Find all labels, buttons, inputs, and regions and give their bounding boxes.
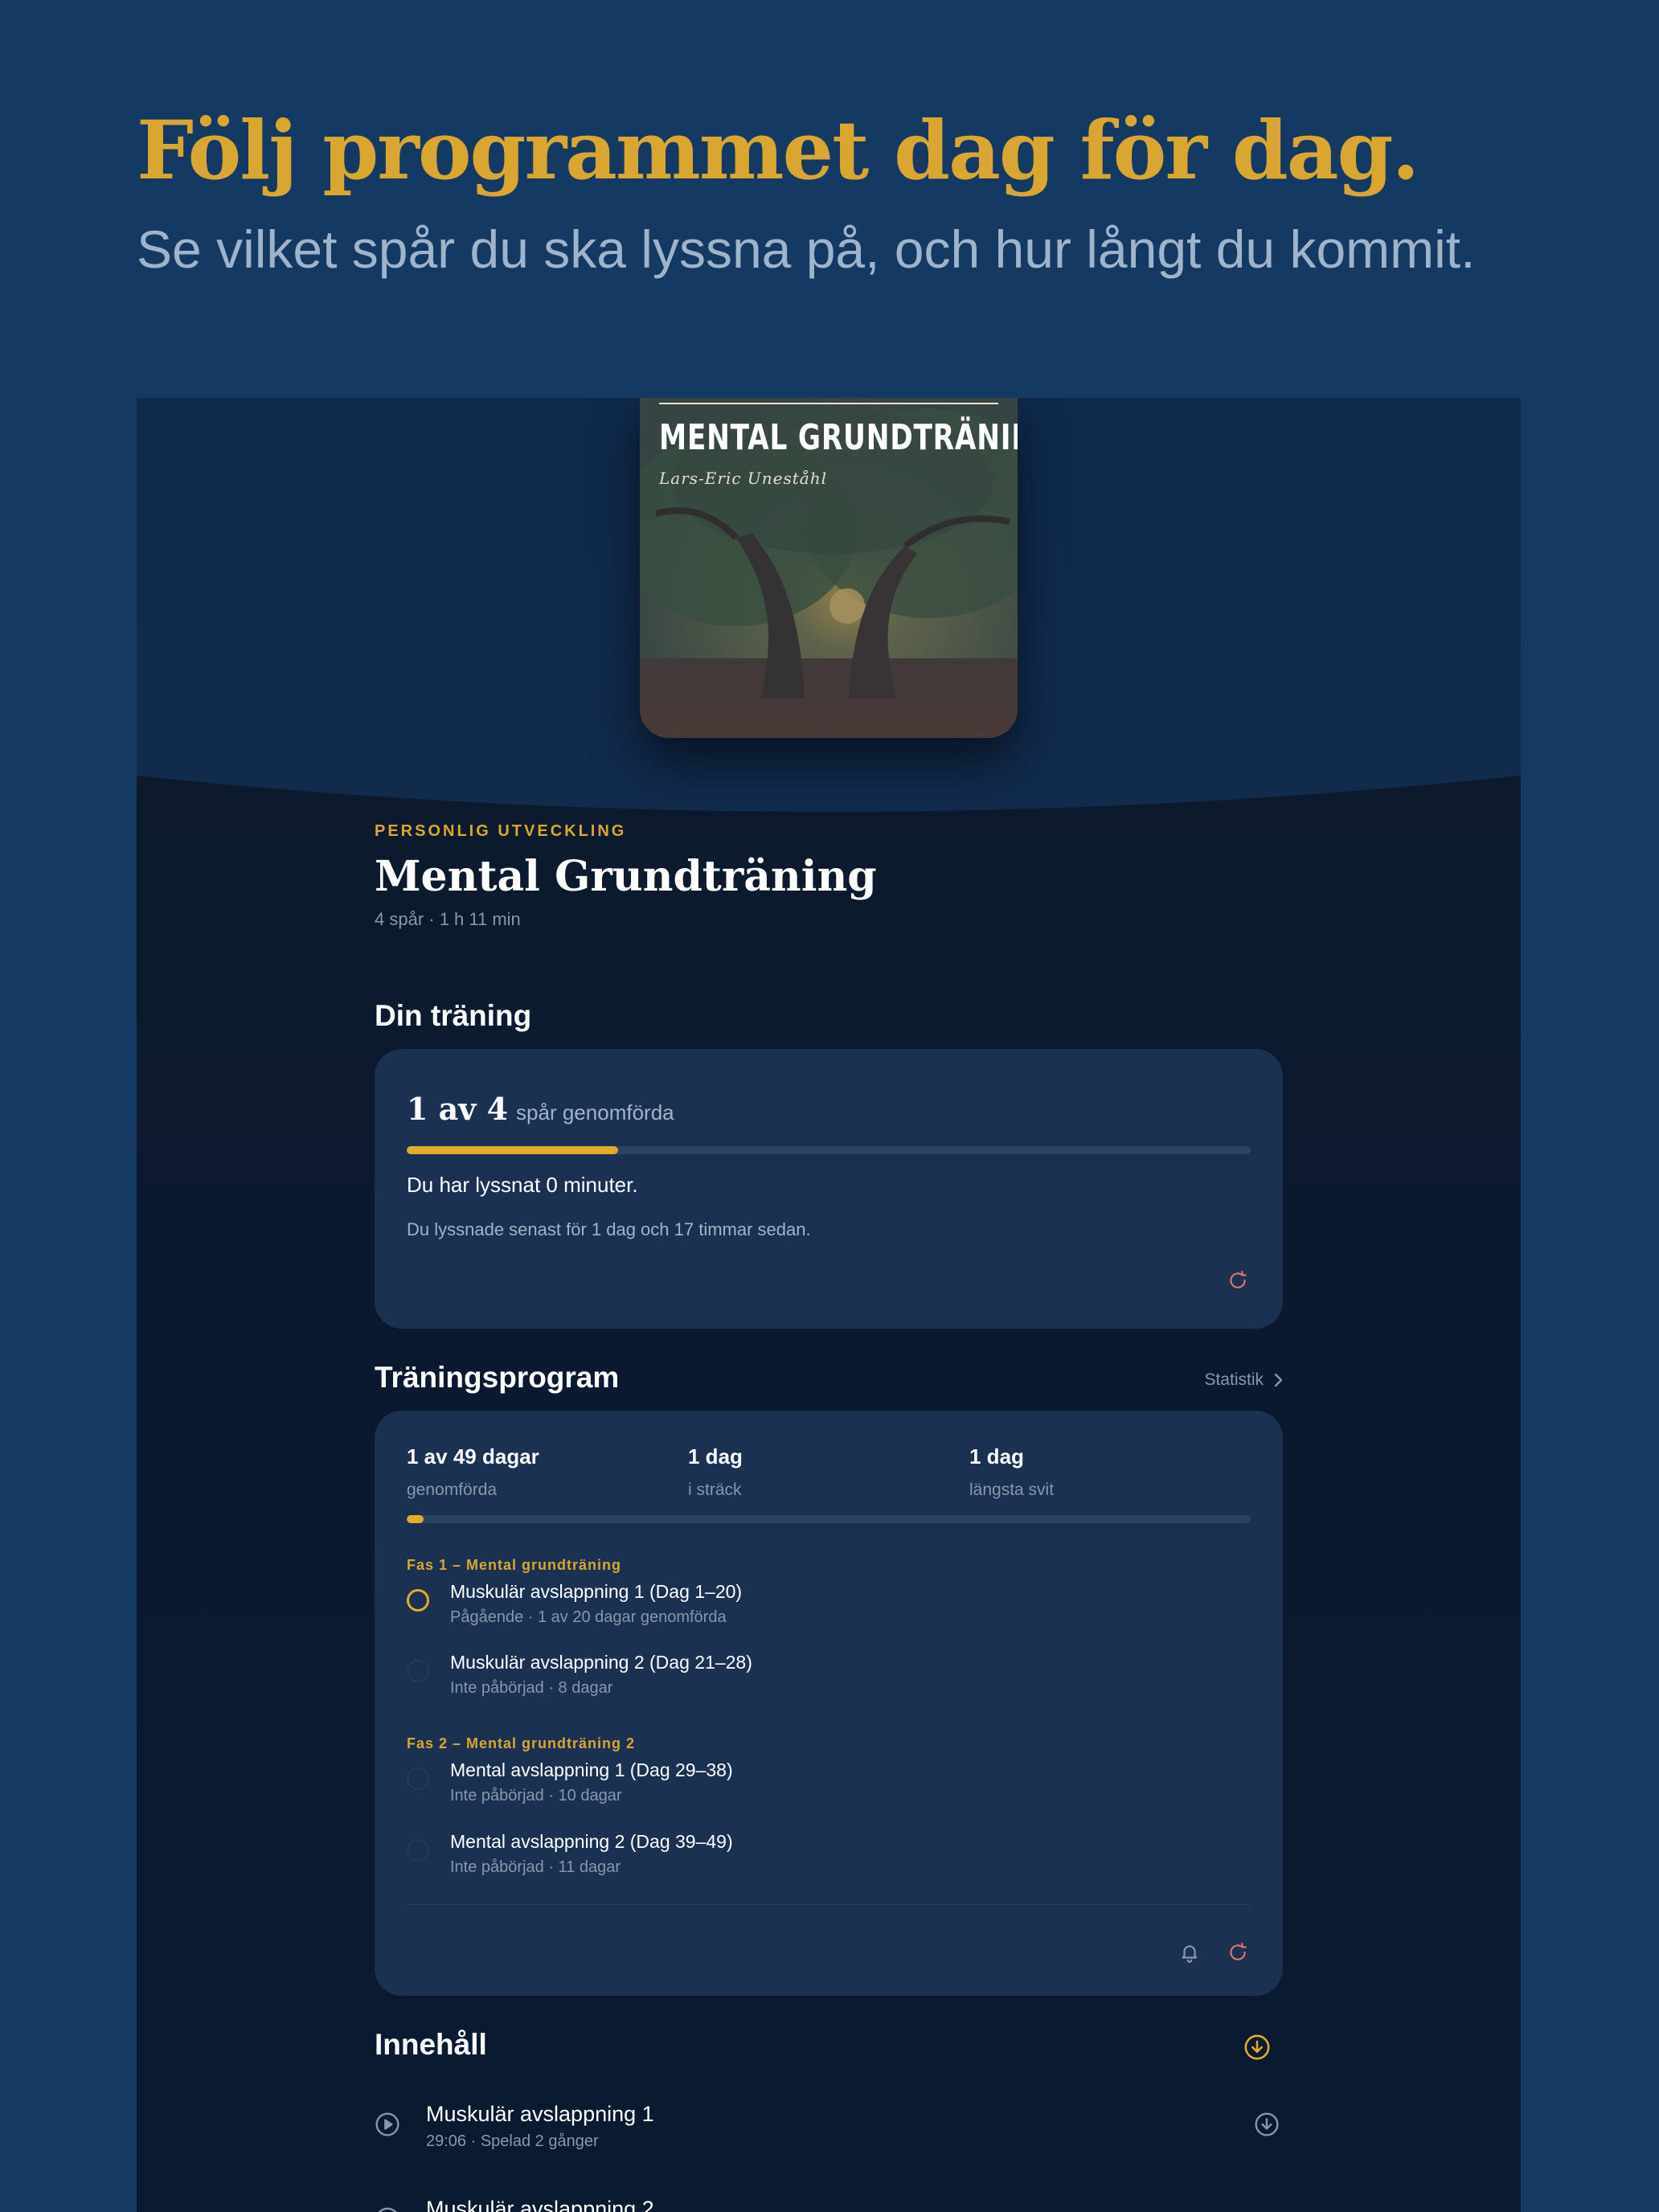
tracks-progress-label: spår genomförda	[516, 1100, 674, 1124]
stat-label: genomförda	[407, 1481, 498, 1499]
days-progress-fill	[407, 1515, 424, 1523]
refresh-icon[interactable]	[1223, 1266, 1252, 1295]
statistics-link-label: Statistik	[1204, 1370, 1264, 1389]
content-track-name: Muskulär avslappning 2	[426, 2197, 654, 2212]
chevron-right-icon	[1274, 1373, 1283, 1387]
app-screenshot: MENTAL GRUNDTRÄNING Lars-Eric Uneståhl P…	[137, 398, 1521, 2212]
stat-streak: 1 dag i sträck	[688, 1444, 743, 1500]
download-icon[interactable]	[1254, 2112, 1280, 2141]
track-status: Pågående · 1 av 20 dagar genomförda	[450, 1608, 727, 1626]
card-divider	[407, 1904, 1251, 1905]
tracks-progress-count: 1 av 4	[407, 1091, 509, 1127]
album-meta: PERSONLIG UTVECKLING Mental Grundträning…	[375, 822, 1283, 930]
track-status-circle	[407, 1839, 429, 1862]
content-track-name: Muskulär avslappning 1	[426, 2102, 654, 2126]
album-info: 4 spår · 1 h 11 min	[375, 909, 521, 929]
bell-icon[interactable]	[1175, 1938, 1204, 1967]
program-track[interactable]: Muskulär avslappning 1 (Dag 1–20) Pågåen…	[407, 1581, 1251, 1637]
stat-value: 1 dag	[688, 1444, 743, 1469]
track-status-circle	[407, 1660, 429, 1682]
last-listened: Du lyssnade senast för 1 dag och 17 timm…	[407, 1219, 811, 1239]
tracks-progress-bar	[407, 1146, 1251, 1154]
program-track[interactable]: Mental avslappning 2 (Dag 39–49) Inte på…	[407, 1831, 1251, 1887]
refresh-icon[interactable]	[1223, 1938, 1252, 1967]
track-name: Muskulär avslappning 1 (Dag 1–20)	[450, 1581, 743, 1602]
track-status: Inte påbörjad · 8 dagar	[450, 1679, 613, 1697]
cover-title: MENTAL GRUNDTRÄNING	[659, 417, 1018, 458]
phase-title: Fas 1 – Mental grundträning	[407, 1557, 622, 1573]
days-progress-bar	[407, 1515, 1251, 1523]
program-track[interactable]: Mental avslappning 1 (Dag 29–38) Inte på…	[407, 1759, 1251, 1816]
album-category: PERSONLIG UTVECKLING	[375, 822, 627, 840]
section-title-contents: Innehåll	[375, 2028, 487, 2061]
track-status: Inte påbörjad · 11 dagar	[450, 1858, 621, 1876]
track-name: Mental avslappning 2 (Dag 39–49)	[450, 1831, 733, 1852]
content-track[interactable]: Muskulär avslappning 1 29:06 · Spelad 2 …	[375, 2102, 1283, 2166]
track-status-circle	[407, 1589, 429, 1612]
section-title-training: Din träning	[375, 999, 532, 1032]
album-title: Mental Grundträning	[375, 852, 877, 901]
hero-subtitle: Se vilket spår du ska lyssna på, och hur…	[137, 219, 1476, 279]
phase-title: Fas 2 – Mental grundträning 2	[407, 1735, 636, 1751]
play-icon[interactable]	[375, 2206, 400, 2212]
stat-value: 1 dag	[969, 1444, 1024, 1469]
track-status: Inte påbörjad · 10 dagar	[450, 1787, 622, 1804]
tracks-progress: 1 av 4 spår genomförda	[407, 1091, 674, 1127]
hero-title: Följ programmet dag för dag.	[137, 103, 1419, 198]
cover-author: Lars-Eric Uneståhl	[659, 469, 827, 488]
play-icon[interactable]	[375, 2112, 400, 2141]
stat-completed: 1 av 49 dagar genomförda	[407, 1444, 539, 1500]
statistics-link[interactable]: Statistik	[1204, 1370, 1283, 1390]
stat-label: i sträck	[688, 1481, 742, 1499]
track-name: Mental avslappning 1 (Dag 29–38)	[450, 1759, 733, 1780]
program-card: 1 av 49 dagar genomförda 1 dag i sträck …	[375, 1411, 1283, 1996]
tracks-progress-fill	[407, 1146, 618, 1154]
cover-rule	[659, 403, 998, 404]
program-track[interactable]: Muskulär avslappning 2 (Dag 21–28) Inte …	[407, 1652, 1251, 1708]
stat-value: 1 av 49 dagar	[407, 1444, 539, 1469]
content-track[interactable]: Muskulär avslappning 2	[375, 2197, 1283, 2212]
track-name: Muskulär avslappning 2 (Dag 21–28)	[450, 1652, 752, 1673]
stat-longest-streak: 1 dag längsta svit	[969, 1444, 1054, 1500]
training-card: 1 av 4 spår genomförda Du har lyssnat 0 m…	[375, 1049, 1283, 1329]
album-cover[interactable]: MENTAL GRUNDTRÄNING Lars-Eric Uneståhl	[640, 398, 1018, 738]
content-track-meta: 29:06 · Spelad 2 gånger	[426, 2132, 599, 2150]
section-title-program: Träningsprogram	[375, 1361, 620, 1394]
listened-minutes: Du har lyssnat 0 minuter.	[407, 1173, 638, 1197]
album-header: MENTAL GRUNDTRÄNING Lars-Eric Uneståhl	[137, 398, 1521, 816]
stat-label: längsta svit	[969, 1481, 1055, 1499]
download-all-icon[interactable]	[1243, 2033, 1272, 2062]
track-status-circle	[407, 1768, 429, 1790]
